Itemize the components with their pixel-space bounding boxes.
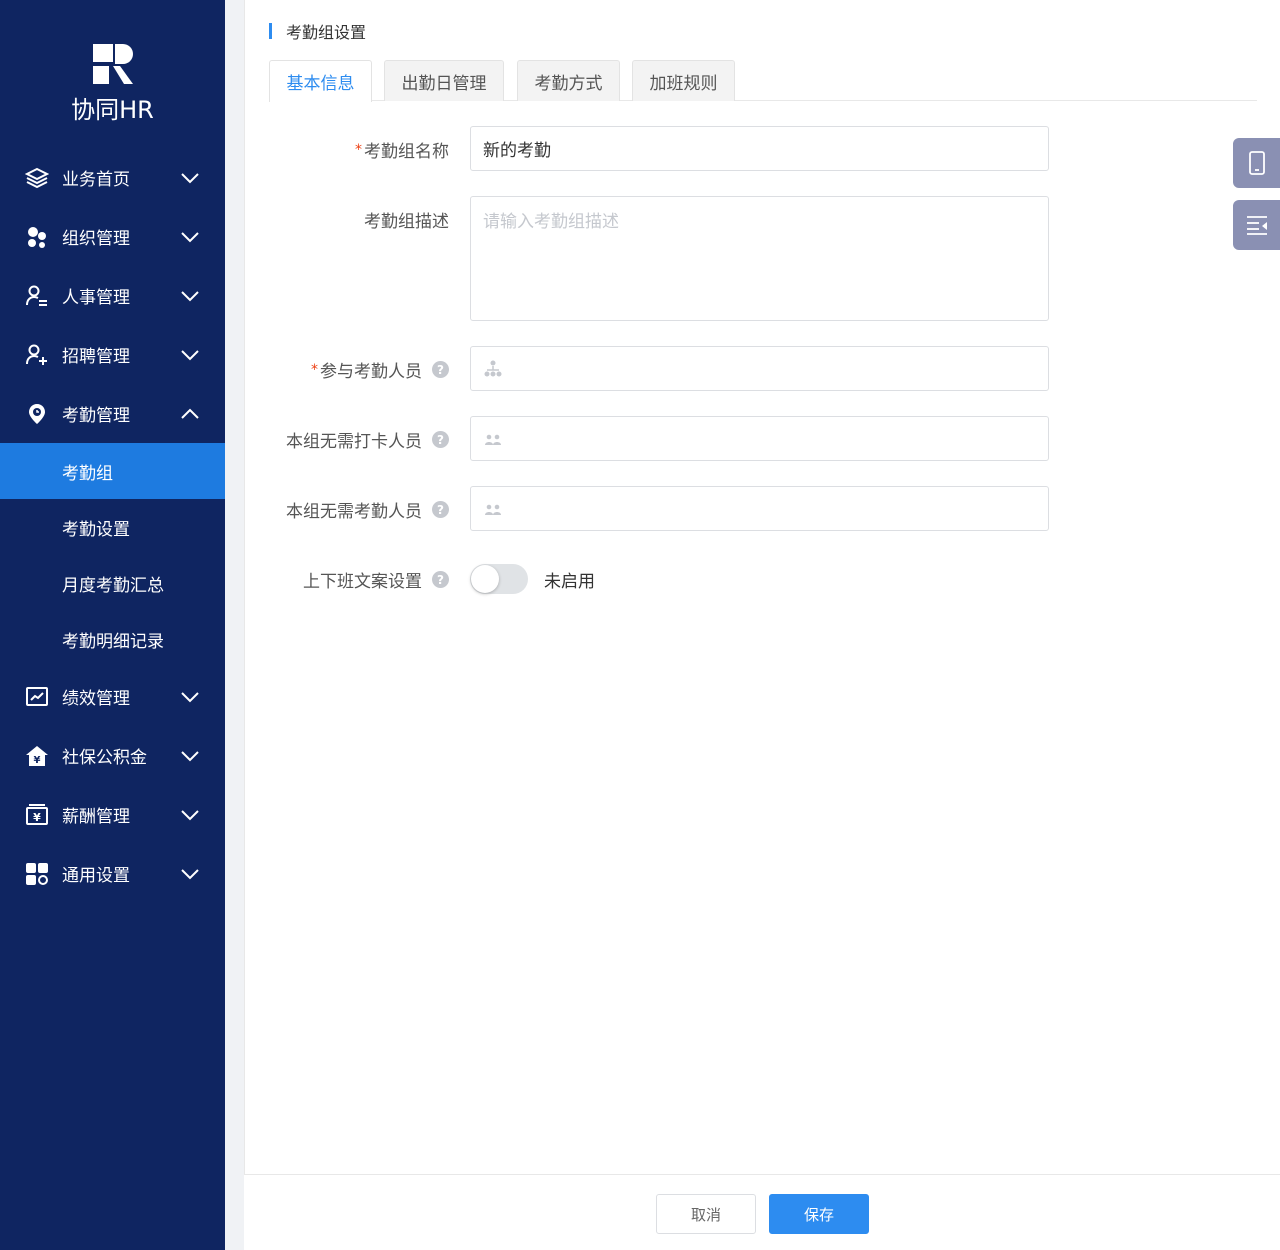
form-row-no-attendance: 本组无需考勤人员 ? [245, 486, 1280, 531]
chevron-down-icon [181, 868, 199, 879]
toggle-knob [471, 565, 499, 593]
org-tree-icon [484, 360, 502, 376]
svg-text:¥: ¥ [34, 755, 41, 766]
no-attendance-label-text: 本组无需考勤人员 [286, 502, 422, 522]
shift-text-label: 上下班文案设置 ? [303, 567, 449, 592]
mobile-icon [1248, 151, 1265, 175]
help-icon[interactable]: ? [432, 431, 449, 448]
main-content: 考勤组设置 基本信息 出勤日管理 考勤方式 加班规则 * 考勤组名称 新的考勤 … [244, 0, 1280, 1250]
no-clockin-label: 本组无需打卡人员 ? [286, 427, 449, 452]
layers-icon [25, 166, 49, 190]
person-list-icon [25, 284, 49, 308]
menu-fold-icon [1246, 216, 1267, 235]
description-textarea[interactable]: 请输入考勤组描述 [470, 196, 1049, 321]
sidebar-item-performance[interactable]: 绩效管理 [0, 667, 225, 726]
sidebar-item-recruit[interactable]: 招聘管理 [0, 325, 225, 384]
person-add-icon [25, 343, 49, 367]
sidebar-item-general-settings[interactable]: 通用设置 [0, 844, 225, 903]
chart-board-icon [25, 685, 49, 709]
sidebar-item-social-security[interactable]: ¥ 社保公积金 [0, 726, 225, 785]
chevron-up-icon [181, 408, 199, 419]
grid-settings-icon [25, 862, 49, 886]
chevron-down-icon [181, 231, 199, 242]
sidebar-subitem-detail-records[interactable]: 考勤明细记录 [0, 611, 225, 667]
participants-label: * 参与考勤人员 ? [311, 357, 449, 382]
sidebar-item-label: 组织管理 [62, 229, 130, 249]
sidebar-item-label: 考勤管理 [62, 406, 130, 426]
cancel-button[interactable]: 取消 [656, 1194, 756, 1234]
sidebar-item-home[interactable]: 业务首页 [0, 148, 225, 207]
title-accent-bar [269, 23, 272, 39]
form-row-participants: * 参与考勤人员 ? [245, 346, 1280, 391]
menu-collapse-button[interactable] [1233, 200, 1280, 250]
location-pin-icon [25, 402, 49, 426]
no-attendance-label: 本组无需考勤人员 ? [286, 497, 449, 522]
required-mark: * [355, 141, 362, 158]
tab-bar: 基本信息 出勤日管理 考勤方式 加班规则 [269, 60, 1257, 102]
sidebar: 协同HR 业务首页 组织管理 人事管理 招聘管理 考勤管理 考勤组 考勤设置 月… [0, 0, 225, 1250]
wallet-yen-icon: ¥ [25, 803, 49, 827]
sidebar-item-label: 薪酬管理 [62, 807, 130, 827]
people-icon [485, 434, 501, 445]
sidebar-item-label: 招聘管理 [62, 347, 130, 367]
chevron-down-icon [181, 349, 199, 360]
tab-basic-info[interactable]: 基本信息 [269, 60, 372, 102]
chevron-down-icon [181, 809, 199, 820]
sidebar-nav: 业务首页 组织管理 人事管理 招聘管理 考勤管理 考勤组 考勤设置 月度考勤汇总… [0, 148, 225, 903]
form-row-description: 考勤组描述 请输入考勤组描述 [245, 196, 1280, 321]
participants-selector[interactable] [470, 346, 1049, 391]
tab-overtime-rules[interactable]: 加班规则 [632, 60, 735, 101]
chevron-down-icon [181, 750, 199, 761]
tab-workday-management[interactable]: 出勤日管理 [384, 60, 504, 101]
logo-text: 协同HR [71, 96, 154, 124]
mobile-preview-button[interactable] [1233, 138, 1280, 188]
help-icon[interactable]: ? [432, 501, 449, 518]
shift-text-toggle[interactable] [470, 564, 528, 594]
description-label: 考勤组描述 [364, 207, 449, 232]
description-label-text: 考勤组描述 [364, 212, 449, 232]
save-button[interactable]: 保存 [769, 1194, 869, 1234]
chevron-down-icon [181, 172, 199, 183]
sidebar-subitem-attendance-settings[interactable]: 考勤设置 [0, 499, 225, 555]
required-mark: * [311, 361, 318, 378]
logo: 协同HR [0, 0, 225, 150]
form-row-no-clockin: 本组无需打卡人员 ? [245, 416, 1280, 461]
sidebar-item-label: 社保公积金 [62, 748, 147, 768]
sidebar-item-personnel[interactable]: 人事管理 [0, 266, 225, 325]
sidebar-item-label: 通用设置 [62, 866, 130, 886]
sidebar-item-attendance[interactable]: 考勤管理 [0, 384, 225, 443]
sidebar-item-label: 业务首页 [62, 170, 130, 190]
chevron-down-icon [181, 290, 199, 301]
form-row-shift-text: 上下班文案设置 ? 未启用 [245, 564, 1280, 594]
help-icon[interactable]: ? [432, 571, 449, 588]
sidebar-item-org[interactable]: 组织管理 [0, 207, 225, 266]
participants-label-text: 参与考勤人员 [320, 362, 422, 382]
svg-text:¥: ¥ [33, 811, 41, 824]
shift-text-status: 未启用 [544, 572, 595, 592]
tab-attendance-method[interactable]: 考勤方式 [517, 60, 620, 101]
shift-text-label-text: 上下班文案设置 [303, 572, 422, 592]
page-title-text: 考勤组设置 [286, 23, 367, 42]
no-clockin-label-text: 本组无需打卡人员 [286, 432, 422, 452]
org-icon [25, 225, 49, 249]
group-name-input[interactable]: 新的考勤 [470, 126, 1049, 171]
chevron-down-icon [181, 691, 199, 702]
form-footer: 取消 保存 [244, 1174, 1280, 1250]
group-name-label: * 考勤组名称 [355, 137, 449, 163]
sidebar-item-label: 人事管理 [62, 288, 130, 308]
help-icon[interactable]: ? [432, 361, 449, 378]
form-row-group-name: * 考勤组名称 新的考勤 [245, 126, 1280, 171]
people-icon [485, 504, 501, 515]
group-name-label-text: 考勤组名称 [364, 142, 449, 162]
sidebar-subitem-monthly-summary[interactable]: 月度考勤汇总 [0, 555, 225, 611]
page-title: 考勤组设置 [269, 20, 366, 42]
sidebar-item-label: 绩效管理 [62, 689, 130, 709]
no-clockin-selector[interactable] [470, 416, 1049, 461]
no-attendance-selector[interactable] [470, 486, 1049, 531]
sidebar-item-salary[interactable]: ¥ 薪酬管理 [0, 785, 225, 844]
house-yen-icon: ¥ [25, 744, 49, 768]
logo-mark-icon [93, 44, 133, 84]
sidebar-subitem-attendance-group[interactable]: 考勤组 [0, 443, 225, 499]
